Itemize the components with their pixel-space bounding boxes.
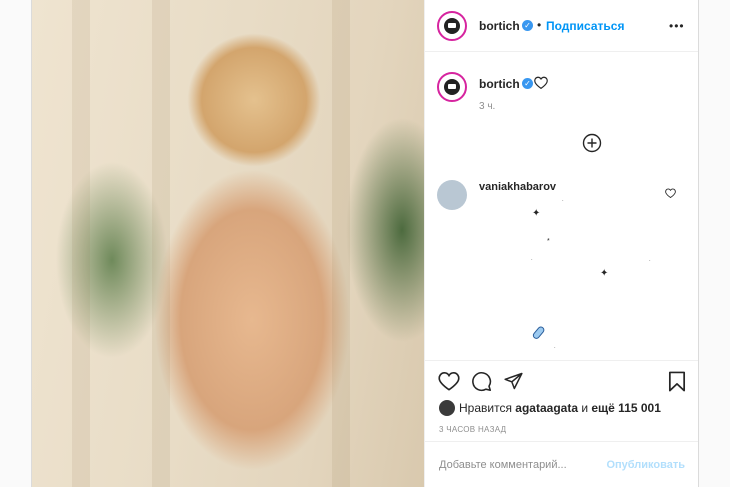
post-time-ago[interactable]: 3 ЧАСОВ НАЗАД <box>439 425 506 434</box>
follow-button[interactable]: Подписаться <box>546 19 624 33</box>
post-header: bortich ✓ • Подписаться ••• <box>425 0 698 52</box>
comment-form: Опубликовать <box>425 441 698 487</box>
backdrop-fold <box>72 0 90 487</box>
like-button-heart-icon[interactable] <box>438 371 460 396</box>
sparkle-icon: ✦ <box>532 208 541 219</box>
likes-middle: и <box>578 401 592 415</box>
caption-avatar[interactable] <box>437 72 467 102</box>
sparkle-icon: · <box>649 258 651 264</box>
author-username[interactable]: bortich <box>479 19 520 33</box>
commenter-avatar[interactable] <box>437 180 467 210</box>
author-avatar[interactable] <box>437 11 467 41</box>
sparkle-icon: · <box>531 257 533 263</box>
pill-icon <box>532 326 546 344</box>
sparkle-icon: ✦ <box>600 268 609 279</box>
more-icon[interactable]: ••• <box>669 19 685 33</box>
separator-dot: • <box>537 18 542 32</box>
sparkle-icon: · <box>562 198 564 204</box>
sparkle-icon: * <box>547 238 550 245</box>
publish-button[interactable]: Опубликовать <box>606 459 685 471</box>
backdrop-fold <box>152 0 170 487</box>
commenter-username[interactable]: vaniakhabarov <box>479 181 556 193</box>
comment-icon[interactable] <box>471 371 492 397</box>
post-actions: Нравится agataagata и ещё 115 001 3 ЧАСО… <box>425 360 698 451</box>
caption-time: 3 ч. <box>479 101 496 112</box>
bookmark-icon[interactable] <box>668 371 686 397</box>
post-sidebar: bortich ✓ • Подписаться ••• bortich ✓ 3 … <box>424 0 698 487</box>
share-icon[interactable] <box>503 371 524 396</box>
comment-heart-icon[interactable] <box>665 185 676 203</box>
post-photo[interactable] <box>32 0 424 487</box>
liker-avatar[interactable] <box>439 400 455 416</box>
liker-username[interactable]: agataagata <box>515 401 578 415</box>
likes-line: Нравится agataagata и ещё 115 001 <box>459 401 661 415</box>
verified-icon: ✓ <box>522 20 533 31</box>
likes-prefix: Нравится <box>459 401 516 415</box>
backdrop-fold <box>332 0 350 487</box>
heart-icon[interactable] <box>534 76 548 94</box>
sparkle-icon: · <box>554 345 556 351</box>
verified-icon: ✓ <box>522 78 533 89</box>
post-container: bortich ✓ • Подписаться ••• bortich ✓ 3 … <box>31 0 699 487</box>
caption-username[interactable]: bortich <box>479 77 520 91</box>
comment-input[interactable] <box>439 456 609 474</box>
likes-count[interactable]: ещё 115 001 <box>591 401 661 415</box>
add-icon[interactable] <box>582 133 602 158</box>
